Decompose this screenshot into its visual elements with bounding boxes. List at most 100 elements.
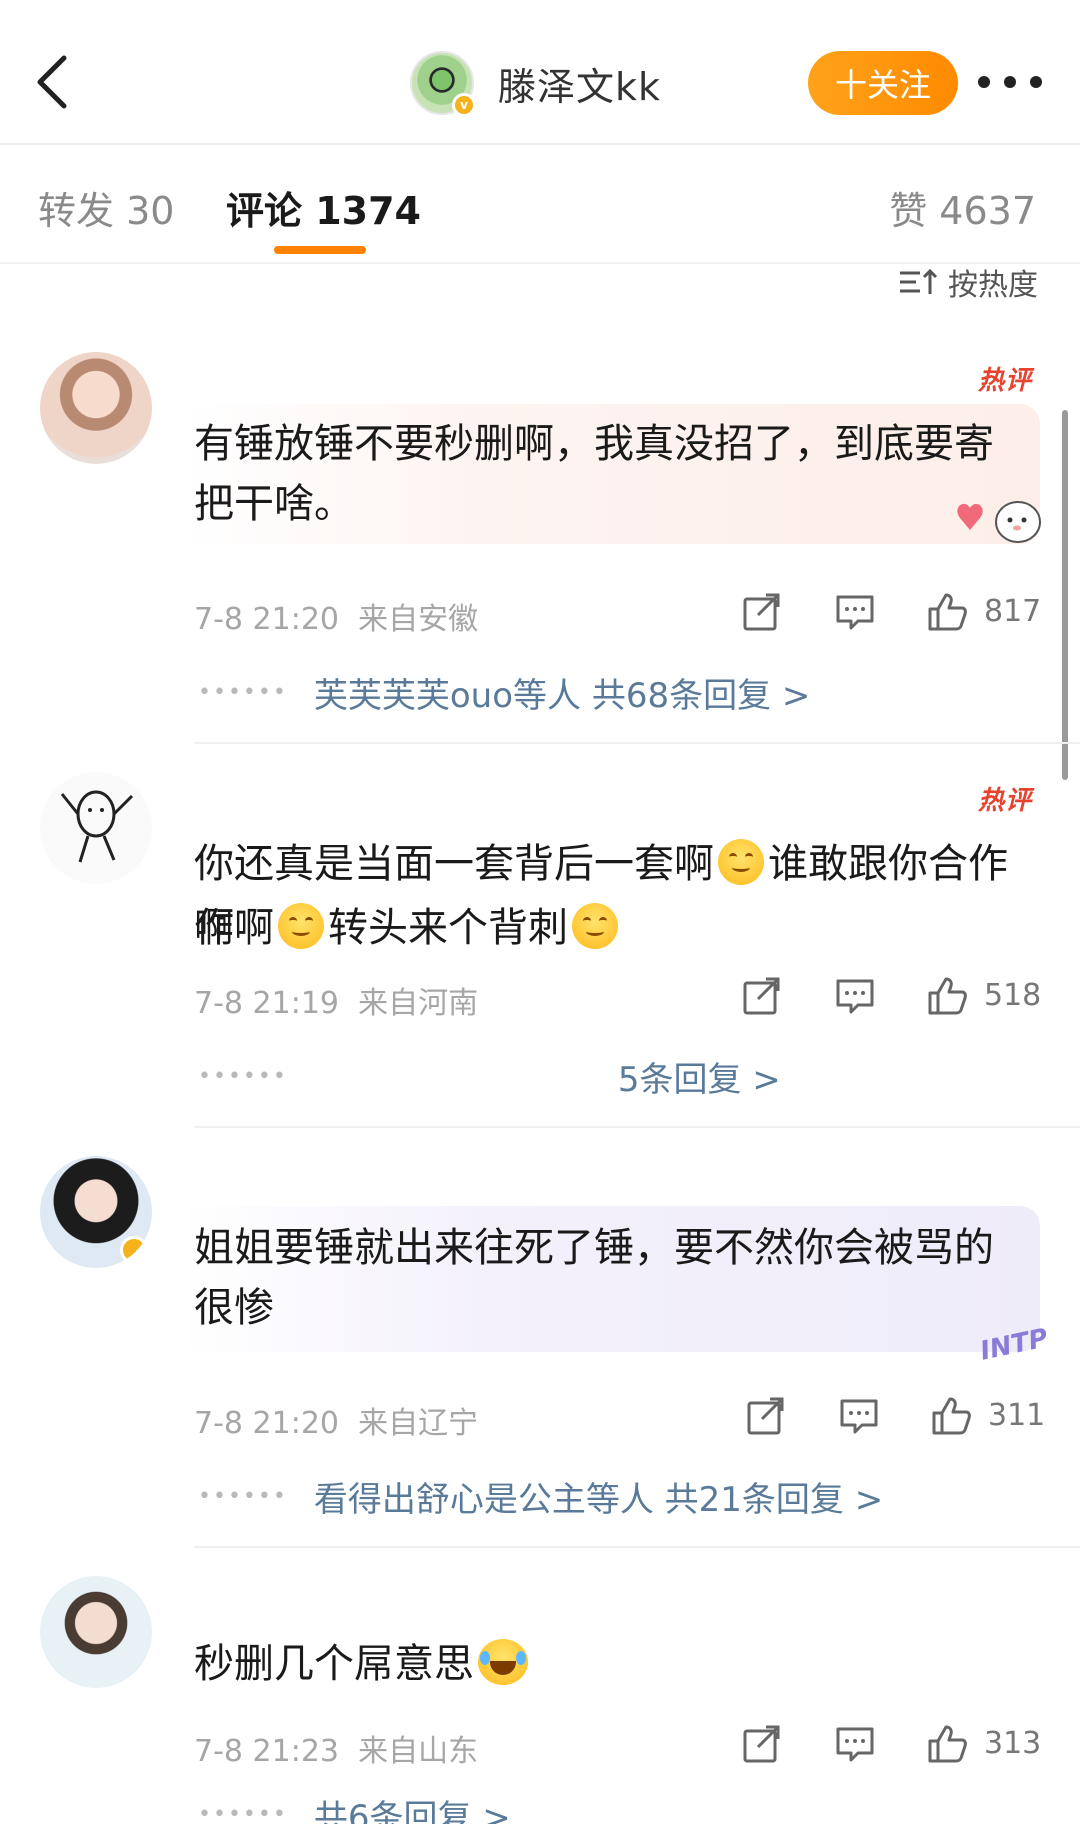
share-button[interactable] (740, 591, 782, 637)
comment-text-part: 秒删几个屌意思 (194, 1641, 474, 1687)
dots-divider: •••••• (198, 680, 288, 705)
more-dots-icon (978, 76, 990, 88)
laugh-cry-emoji-icon (478, 1639, 528, 1685)
avatar[interactable]: v (410, 51, 476, 117)
comment-text-part: 你还真是当面一套背后一套啊 (194, 841, 714, 887)
like-count: 311 (988, 1398, 1046, 1433)
comment-text-line2: 作啊 转头来个背刺 (194, 896, 1044, 960)
like-button[interactable] (926, 975, 968, 1021)
sort-icon (900, 268, 938, 294)
comment-actions: 518 (740, 974, 1042, 1022)
comment-time: 7-8 21:20 (194, 1406, 339, 1441)
like-count: 518 (984, 978, 1042, 1013)
reply-button[interactable] (834, 591, 876, 637)
comment-icon (836, 595, 874, 630)
user-header[interactable]: v 滕泽文kk (410, 48, 661, 118)
dots-divider: •••••• (198, 1484, 288, 1509)
follow-button[interactable]: 十关注 (808, 51, 958, 115)
divider (194, 742, 1080, 744)
top-bar: v 滕泽文kk 十关注 (0, 0, 1080, 144)
avatar[interactable] (40, 1156, 152, 1268)
like-button[interactable] (930, 1395, 972, 1441)
comment-actions: 311 (744, 1394, 1046, 1442)
scrollbar[interactable] (1062, 410, 1068, 780)
replies-summary: 看得出舒心是公主等人 共21条回复 > (313, 1480, 884, 1520)
comment-location: 来自河南 (358, 986, 479, 1021)
comment-text: 秒删几个屌意思 (194, 1634, 1044, 1694)
comment-actions: 313 (740, 1722, 1042, 1770)
thumbs-up-icon (928, 1725, 967, 1763)
view-replies-link[interactable]: •••••• 共6条回复 > (198, 1790, 511, 1824)
verified-badge-icon: v (452, 93, 476, 117)
reply-button[interactable] (834, 1723, 876, 1769)
comment-time: 7-8 21:19 (194, 986, 339, 1021)
thumbs-up-icon (928, 977, 967, 1015)
divider (194, 1126, 1080, 1128)
replies-summary: 芙芙芙芙ouo等人 共68条回复 > (313, 676, 811, 716)
tab-repost[interactable]: 转发 30 (38, 180, 174, 235)
share-icon (743, 1725, 780, 1763)
smile-emoji-icon (278, 903, 324, 949)
sort-label: 按热度 (948, 268, 1038, 303)
comment-actions: 817 (740, 590, 1042, 638)
like-button[interactable] (926, 591, 968, 637)
dots-divider: •••••• (198, 1802, 288, 1824)
share-button[interactable] (740, 1723, 782, 1769)
comment-time: 7-8 21:23 (194, 1734, 339, 1769)
comment-meta: 7-8 21:19 来自河南 (194, 978, 478, 1022)
like-count: 817 (984, 594, 1042, 629)
back-button[interactable] (30, 52, 74, 112)
view-replies-link[interactable]: •••••• 芙芙芙芙ouo等人 共68条回复 > (198, 668, 810, 717)
view-replies-link[interactable]: •••••• 看得出舒心是公主等人 共21条回复 > (198, 1472, 883, 1521)
more-button[interactable] (978, 60, 1042, 104)
avatar[interactable] (40, 352, 152, 464)
like-button[interactable] (926, 1723, 968, 1769)
reply-button[interactable] (838, 1395, 880, 1441)
thumbs-up-icon (928, 593, 967, 631)
replies-summary: 5条回复 > (617, 1060, 781, 1100)
avatar[interactable] (40, 772, 152, 884)
comment-text: 姐姐要锤就出来往死了锤，要不然你会被骂的很惨 (194, 1225, 994, 1331)
comment-meta: 7-8 21:20 来自安徽 (194, 594, 478, 638)
tab-likes[interactable]: 赞 4637 (889, 180, 1036, 235)
comment-location: 来自辽宁 (358, 1406, 479, 1441)
stick-figure-avatar-icon (60, 790, 134, 863)
back-arrow-icon (37, 55, 67, 109)
comment-icon (836, 979, 874, 1014)
share-icon (747, 1397, 784, 1435)
view-replies-link[interactable]: •••••• 5条回复 > (198, 1052, 781, 1101)
tab-comment[interactable]: 评论 1374 (226, 180, 421, 235)
dots-divider: •••••• (198, 1064, 288, 1089)
divider (194, 1546, 1080, 1548)
tab-indicator (274, 246, 366, 254)
thumbs-up-icon (932, 1397, 971, 1435)
comment-meta: 7-8 21:23 来自山东 (194, 1726, 478, 1770)
username[interactable]: 滕泽文kk (498, 56, 661, 111)
hot-comment-badge: 热评 (977, 786, 1032, 816)
comment-text-part: 转头来个背刺 (328, 905, 568, 951)
more-dots-icon (1030, 76, 1042, 88)
avatar[interactable] (40, 1576, 152, 1688)
share-icon (743, 593, 780, 631)
verified-badge-icon (120, 1236, 148, 1264)
share-button[interactable] (740, 975, 782, 1021)
comment-text: 有锤放锤不要秒删啊，我真没招了，到底要寄把干啥。 (194, 421, 994, 527)
reply-button[interactable] (834, 975, 876, 1021)
comment-time: 7-8 21:20 (194, 602, 339, 637)
more-dots-icon (1004, 76, 1016, 88)
tab-bar: 转发 30 评论 1374 赞 4637 (0, 150, 1080, 262)
share-icon (743, 977, 780, 1015)
divider (0, 143, 1080, 145)
comment-location: 来自山东 (358, 1734, 479, 1769)
comment-icon (840, 1399, 878, 1434)
sort-button[interactable]: 按热度 (898, 262, 1038, 303)
smile-emoji-icon (718, 839, 764, 885)
comment-icon (836, 1727, 874, 1762)
share-button[interactable] (744, 1395, 786, 1441)
replies-summary: 共6条回复 > (313, 1798, 511, 1824)
comment-location: 来自安徽 (358, 602, 479, 637)
hot-comment-badge: 热评 (977, 366, 1032, 396)
like-count: 313 (984, 1726, 1042, 1761)
smile-emoji-icon (572, 903, 618, 949)
comment-text-prefix: 作啊 (194, 905, 274, 951)
